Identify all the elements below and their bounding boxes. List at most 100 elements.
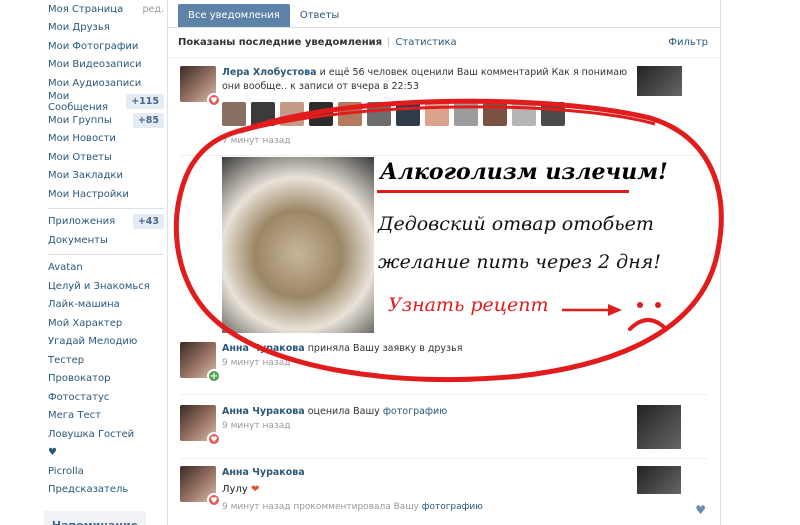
ad-body: Дедовский отвар отобьет желание пить чер…	[378, 213, 661, 273]
sidebar-item[interactable]: Мои Настройки	[40, 185, 164, 204]
sidebar-item[interactable]: Фотостатус	[40, 388, 164, 407]
liker-avatar[interactable]	[454, 102, 478, 126]
sidebar-item[interactable]: Целуй и Знакомься	[40, 277, 164, 296]
sidebar-item[interactable]: Лайк-машина	[40, 296, 164, 315]
sidebar-item[interactable]: Предсказатель	[40, 481, 164, 500]
sidebar-item-label: Документы	[48, 234, 108, 246]
like-heart-icon[interactable]: ♥	[695, 503, 706, 517]
sidebar-item-label: Фотостатус	[48, 391, 110, 403]
sidebar-item-label: Мои Группы	[48, 114, 112, 126]
sidebar-item[interactable]: Провокатор	[40, 370, 164, 389]
sidebar-item[interactable]: Мои Закладки	[40, 167, 164, 186]
sidebar-item-label: Предсказатель	[48, 484, 129, 496]
notification-time: 9 минут назад	[222, 358, 291, 368]
sidebar-item-label: Лайк-машина	[48, 299, 120, 311]
reminder-button[interactable]: Напоминание	[44, 511, 146, 525]
count-badge: +85	[132, 112, 164, 128]
subbar-separator: |	[387, 37, 391, 48]
sidebar-divider	[48, 207, 164, 209]
sidebar-item-label: Мои Друзья	[48, 22, 110, 34]
photo-thumbnail[interactable]	[637, 405, 681, 449]
user-name-link[interactable]: Анна Чуракова	[222, 467, 305, 478]
comment-text: Лулу ❤	[222, 484, 260, 495]
sidebar-item-label: Целуй и Знакомься	[48, 280, 150, 292]
user-name-link[interactable]: Анна Чуракова	[222, 343, 305, 354]
row-divider	[180, 458, 708, 459]
liker-avatar[interactable]	[396, 102, 420, 126]
statistics-link[interactable]: Статистика	[395, 37, 456, 48]
sidebar-item[interactable]: Мои Сообщения +115	[40, 90, 164, 113]
sidebar-item[interactable]: Моя Страница ред.	[40, 0, 164, 19]
ad-title-underline	[377, 190, 629, 193]
ad-title: Алкоголизм излечим!	[380, 159, 668, 185]
sidebar-item[interactable]: Мега Тест	[40, 407, 164, 426]
notification-text: Анна Чуракова приняла Вашу заявку в друз…	[222, 342, 648, 370]
sidebar-apps-menu: Приложения +43 Документы	[40, 213, 164, 250]
avatar[interactable]: ♥	[180, 405, 221, 446]
sidebar-item[interactable]: Приложения +43	[40, 213, 164, 232]
liker-avatar[interactable]	[483, 102, 507, 126]
sidebar-item-label: Мои Фотографии	[48, 40, 139, 52]
heart-icon: ♥	[207, 432, 221, 446]
photo-thumbnail[interactable]	[637, 466, 681, 494]
sidebar-item-label: Мои Сообщения	[48, 90, 109, 113]
filter-link[interactable]: Фильтр	[668, 37, 708, 48]
user-name-link[interactable]: Лера Хлобустова	[222, 67, 317, 78]
liker-avatar[interactable]	[222, 102, 246, 126]
user-name-link[interactable]: Анна Чуракова	[222, 406, 305, 417]
sidebar-item-label: Мои Ответы	[48, 151, 112, 163]
sidebar-item[interactable]: Документы	[40, 231, 164, 250]
sidebar-item[interactable]: Мои Друзья	[40, 19, 164, 38]
comment-thumbnail[interactable]	[637, 66, 682, 96]
ad-banner[interactable]: Алкоголизм излечим! Дедовский отвар отоб…	[222, 155, 672, 335]
heart-icon: ♥	[207, 493, 221, 507]
photo-link[interactable]: фотографию	[422, 502, 483, 512]
liker-avatar[interactable]	[251, 102, 275, 126]
sidebar-item[interactable]: Ловушка Гостей	[40, 425, 164, 444]
avatar[interactable]: ♥	[180, 466, 221, 507]
sidebar-item[interactable]: Мои Группы +85	[40, 111, 164, 130]
ad-cta-link[interactable]: Узнать рецепт	[388, 294, 549, 316]
edit-link[interactable]: ред.	[143, 4, 164, 15]
sidebar-item[interactable]: Мои Фотографии	[40, 37, 164, 56]
notification-message: приняла Вашу заявку в друзья	[304, 343, 463, 354]
avatar[interactable]: +	[180, 342, 221, 383]
sidebar-item[interactable]: Мои Видеозаписи	[40, 56, 164, 75]
liker-avatar[interactable]	[512, 102, 536, 126]
sidebar-item-label: Мои Аудиозаписи	[48, 77, 142, 89]
shown-label: Показаны последние уведомления	[178, 37, 383, 48]
sidebar-item-label: Угадай Мелодию	[48, 336, 138, 348]
liker-avatar[interactable]	[541, 102, 565, 126]
liker-avatar[interactable]	[425, 102, 449, 126]
tab-replies[interactable]: Ответы	[290, 4, 349, 27]
liker-avatar[interactable]	[309, 102, 333, 126]
notification-time: 7 минут назад	[222, 136, 291, 146]
sidebar-item[interactable]: Угадай Мелодию	[40, 333, 164, 352]
sidebar-item-label: ♥	[48, 447, 57, 459]
notification-text: Анна Чуракова оценила Вашу фотографию 9 …	[222, 405, 648, 433]
sidebar-item[interactable]: Тестер	[40, 351, 164, 370]
sidebar-item[interactable]: Мои Ответы	[40, 148, 164, 167]
sidebar-item[interactable]: Мои Новости	[40, 130, 164, 149]
sidebar-divider	[48, 253, 164, 255]
arrow-and-sad-face-icon	[562, 302, 668, 331]
sidebar-item-label: Picrolla	[48, 465, 84, 477]
sidebar-item[interactable]: Avatan	[40, 259, 164, 278]
photo-link[interactable]: фотографию	[383, 406, 447, 417]
sidebar-item[interactable]: Мои Аудиозаписи	[40, 74, 164, 93]
notification-time: 9 минут назад	[222, 421, 291, 431]
notification-message: оценила Вашу	[304, 406, 383, 417]
sidebar-item-label: Мои Настройки	[48, 188, 129, 200]
row-divider	[180, 394, 708, 395]
sidebar-main-menu: Моя Страница ред. Мои Друзья Мои Фотографии…	[40, 0, 164, 204]
sidebar-item[interactable]: Picrolla	[40, 462, 164, 481]
liker-avatar[interactable]	[338, 102, 362, 126]
sidebar-item-label: Avatan	[48, 262, 83, 274]
plus-icon: +	[207, 369, 221, 383]
tab-all-notifications[interactable]: Все уведомления	[178, 4, 290, 27]
avatar[interactable]: ♥	[180, 66, 221, 107]
sidebar-item[interactable]: ♥	[40, 444, 164, 463]
liker-avatar[interactable]	[280, 102, 304, 126]
sidebar-item[interactable]: Мой Характер	[40, 314, 164, 333]
liker-avatar[interactable]	[367, 102, 391, 126]
